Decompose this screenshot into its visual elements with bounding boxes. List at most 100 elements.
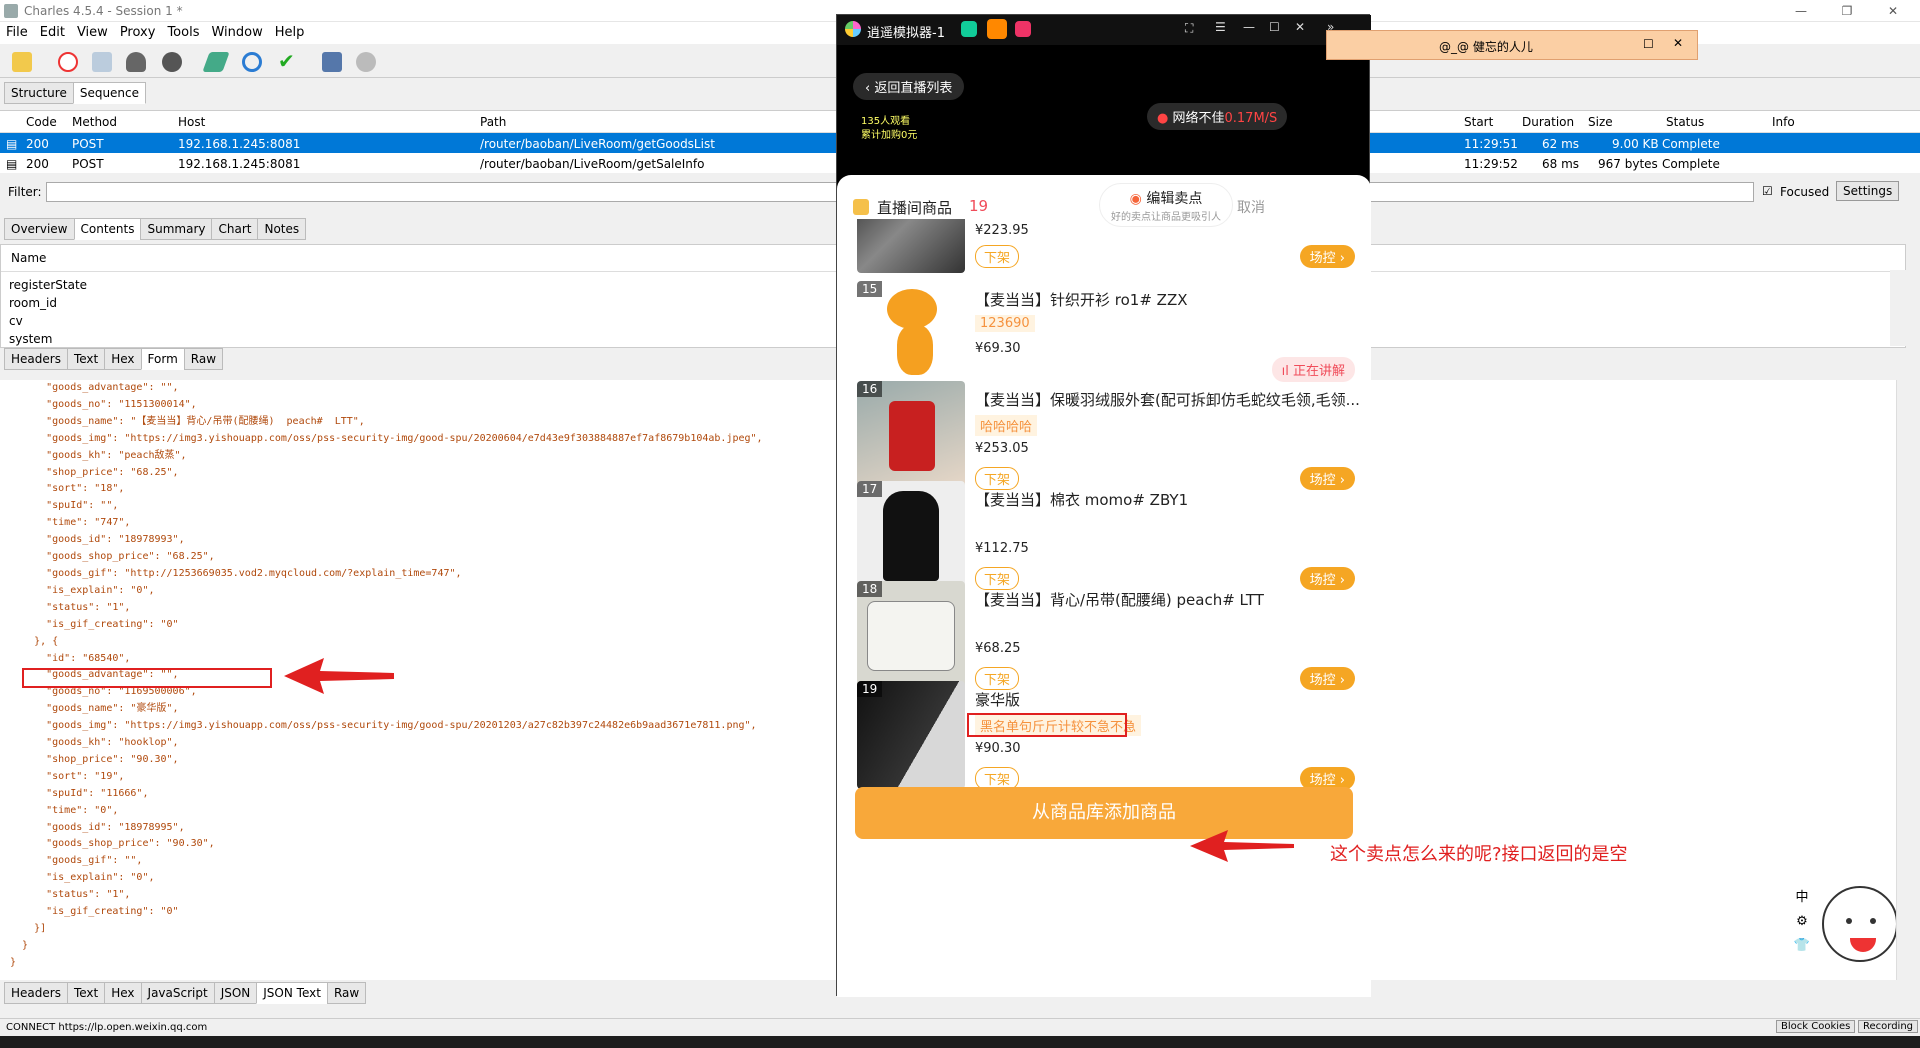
tab-req-raw[interactable]: Raw	[183, 348, 224, 370]
tab-contents[interactable]: Contents	[73, 218, 142, 240]
off-shelf-button[interactable]: 下架	[975, 245, 1020, 268]
tab-summary[interactable]: Summary	[140, 218, 213, 240]
recording-button[interactable]: Recording	[1858, 1020, 1919, 1033]
ime-lang-icon[interactable]: 中	[1792, 886, 1812, 910]
col-start[interactable]: Start	[1464, 115, 1493, 129]
menu-view[interactable]: View	[71, 22, 114, 43]
cell-method: POST	[72, 157, 104, 171]
close-window-button[interactable]: ✕	[1870, 0, 1916, 22]
minimize-icon[interactable]: —	[1243, 20, 1255, 34]
block-cookies-button[interactable]: Block Cookies	[1776, 1020, 1856, 1033]
list-item[interactable]: ¥223.95 下架 场控 ›	[857, 219, 1357, 273]
tab-structure[interactable]: Structure	[4, 82, 74, 104]
tab-notes[interactable]: Notes	[257, 218, 307, 240]
network-speed: 0.17M/S	[1224, 111, 1278, 126]
col-duration[interactable]: Duration	[1522, 115, 1574, 129]
tab-req-headers[interactable]: Headers	[4, 348, 68, 370]
refresh-icon[interactable]	[242, 52, 262, 72]
popup-close-icon[interactable]: ✕	[1673, 36, 1683, 50]
app-icon[interactable]	[987, 19, 1007, 39]
annotation-box-left	[22, 668, 272, 688]
ime-settings-icon[interactable]: ⚙	[1792, 910, 1812, 934]
sticker-face-icon	[1822, 886, 1898, 962]
back-to-live-list-button[interactable]: ‹ 返回直播列表	[853, 73, 965, 100]
tab-sequence[interactable]: Sequence	[72, 82, 147, 104]
viewers-text: 135人观看	[861, 116, 911, 127]
col-method[interactable]: Method	[72, 115, 117, 129]
col-host[interactable]: Host	[178, 115, 205, 129]
gear-icon[interactable]	[356, 52, 376, 72]
goods-name: 【麦当当】棉衣 momo# ZBY1	[975, 491, 1189, 509]
tab-chart[interactable]: Chart	[211, 218, 259, 240]
stop-icon[interactable]	[162, 52, 182, 72]
selling-point-tag: 哈哈哈哈	[975, 415, 1038, 436]
app-icon[interactable]	[1015, 21, 1031, 37]
record-icon[interactable]	[58, 52, 78, 72]
ime-skin-icon[interactable]: 👕	[1792, 934, 1812, 958]
menu-icon[interactable]: ☰	[1215, 20, 1226, 34]
bag-icon	[853, 199, 869, 215]
goods-thumbnail: 18	[857, 581, 965, 689]
response-scrollbar[interactable]	[1896, 380, 1910, 980]
cancel-button[interactable]: 取消	[1237, 197, 1265, 217]
row-icon: ▤	[6, 157, 18, 171]
tab-res-json-text[interactable]: JSON Text	[256, 982, 328, 1004]
goods-name: 【麦当当】针织开衫 ro1# ZZX	[975, 291, 1188, 309]
live-explaining-badge[interactable]: ıl 正在讲解	[1271, 357, 1355, 382]
request-scrollbar[interactable]	[1890, 270, 1906, 346]
tab-res-json[interactable]: JSON	[213, 982, 258, 1004]
col-code[interactable]: Code	[26, 115, 57, 129]
app-icon[interactable]	[961, 21, 977, 37]
menu-tools[interactable]: Tools	[161, 22, 205, 43]
tab-res-text[interactable]: Text	[66, 982, 106, 1004]
focused-checkbox[interactable]: ☑	[1762, 184, 1773, 198]
edit-label: 编辑卖点	[1146, 191, 1203, 207]
col-size[interactable]: Size	[1588, 115, 1613, 129]
list-item[interactable]: 19 豪华版 黑名单句斤斤计较不急不急 ¥90.30 下架 场控 ›	[857, 681, 1357, 803]
goods-number: 15	[857, 281, 883, 297]
pen-icon[interactable]	[202, 52, 230, 72]
tab-res-hex[interactable]: Hex	[104, 982, 142, 1004]
broom-icon[interactable]	[12, 52, 32, 72]
close-icon[interactable]: ✕	[1295, 20, 1305, 34]
live-stats: 135人观看 累计加购0元	[861, 115, 917, 143]
menu-edit[interactable]: Edit	[34, 22, 71, 43]
status-text: CONNECT https://lp.open.weixin.qq.com	[6, 1022, 208, 1033]
cell-size: 967 bytes	[1598, 157, 1658, 171]
menu-window[interactable]: Window	[205, 22, 268, 43]
annotation-box-right	[967, 713, 1127, 737]
edit-icon: ◉	[1129, 191, 1142, 207]
tab-req-form[interactable]: Form	[140, 348, 185, 370]
turtle-icon[interactable]	[126, 52, 146, 72]
goods-number: 17	[857, 481, 883, 497]
col-info[interactable]: Info	[1772, 115, 1795, 129]
throttle-icon[interactable]	[92, 52, 112, 72]
popup-maximize-icon[interactable]: ☐	[1643, 37, 1654, 51]
cell-host: 192.168.1.245:8081	[178, 157, 301, 171]
maximize-icon[interactable]: ☐	[1269, 20, 1280, 34]
menu-help[interactable]: Help	[269, 22, 311, 43]
check-icon[interactable]: ✔	[278, 51, 298, 72]
tab-req-text[interactable]: Text	[66, 348, 106, 370]
live-icon: ıl	[1281, 364, 1289, 379]
scene-control-button[interactable]: 场控 ›	[1299, 245, 1355, 268]
minimize-button[interactable]: —	[1778, 0, 1824, 22]
live-label: 正在讲解	[1292, 364, 1345, 379]
restore-button[interactable]: ❐	[1824, 0, 1870, 22]
tab-res-headers[interactable]: Headers	[4, 982, 68, 1004]
tab-res-raw[interactable]: Raw	[326, 982, 367, 1004]
menu-proxy[interactable]: Proxy	[114, 22, 162, 43]
tools-icon[interactable]	[322, 52, 342, 72]
fullscreen-icon[interactable]: ⛶	[1185, 21, 1193, 36]
settings-button[interactable]: Settings	[1836, 181, 1900, 201]
emulator-title: 逍遥模拟器-1	[867, 26, 945, 41]
col-status[interactable]: Status	[1666, 115, 1704, 129]
back-label: 返回直播列表	[874, 81, 953, 96]
goods-thumbnail: 16	[857, 381, 965, 489]
col-path[interactable]: Path	[480, 115, 506, 129]
sheet-title: 直播间商品	[877, 199, 953, 217]
menu-file[interactable]: File	[0, 22, 34, 43]
tab-req-hex[interactable]: Hex	[104, 348, 142, 370]
tab-overview[interactable]: Overview	[4, 218, 75, 240]
tab-res-javascript[interactable]: JavaScript	[140, 982, 215, 1004]
